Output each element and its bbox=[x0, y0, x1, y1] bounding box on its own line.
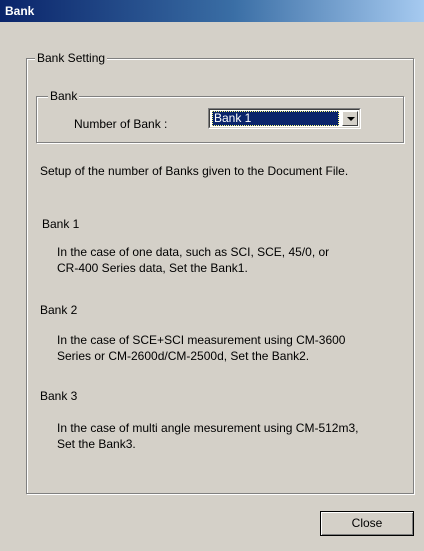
number-of-bank-value: Bank 1 bbox=[212, 111, 339, 126]
bank-2-line-2: Series or CM-2600d/CM-2500d, Set the Ban… bbox=[57, 349, 310, 363]
bank-setting-legend: Bank Setting bbox=[35, 51, 108, 65]
window-title: Bank bbox=[5, 4, 35, 18]
bank-group-legend: Bank bbox=[48, 89, 80, 103]
number-of-bank-select[interactable]: Bank 1 bbox=[208, 108, 361, 129]
title-bar[interactable]: Bank bbox=[0, 0, 424, 22]
bank-1-heading: Bank 1 bbox=[42, 217, 80, 231]
description-text: Setup of the number of Banks given to th… bbox=[40, 164, 349, 178]
bank-2-line-1: In the case of SCE+SCI measurement using… bbox=[57, 333, 346, 347]
bank-3-line-2: Set the Bank3. bbox=[57, 437, 136, 451]
bank-2-heading: Bank 2 bbox=[40, 303, 78, 317]
number-of-bank-label: Number of Bank : bbox=[74, 117, 168, 131]
bank-1-line-1: In the case of one data, such as SCI, SC… bbox=[57, 245, 330, 259]
bank-1-line-2: CR-400 Series data, Set the Bank1. bbox=[57, 261, 248, 275]
dropdown-button[interactable] bbox=[342, 111, 358, 126]
chevron-down-icon bbox=[347, 117, 355, 121]
bank-3-line-1: In the case of multi angle mesurement us… bbox=[57, 421, 359, 435]
close-button[interactable]: Close bbox=[320, 511, 414, 536]
bank-3-heading: Bank 3 bbox=[40, 389, 78, 403]
